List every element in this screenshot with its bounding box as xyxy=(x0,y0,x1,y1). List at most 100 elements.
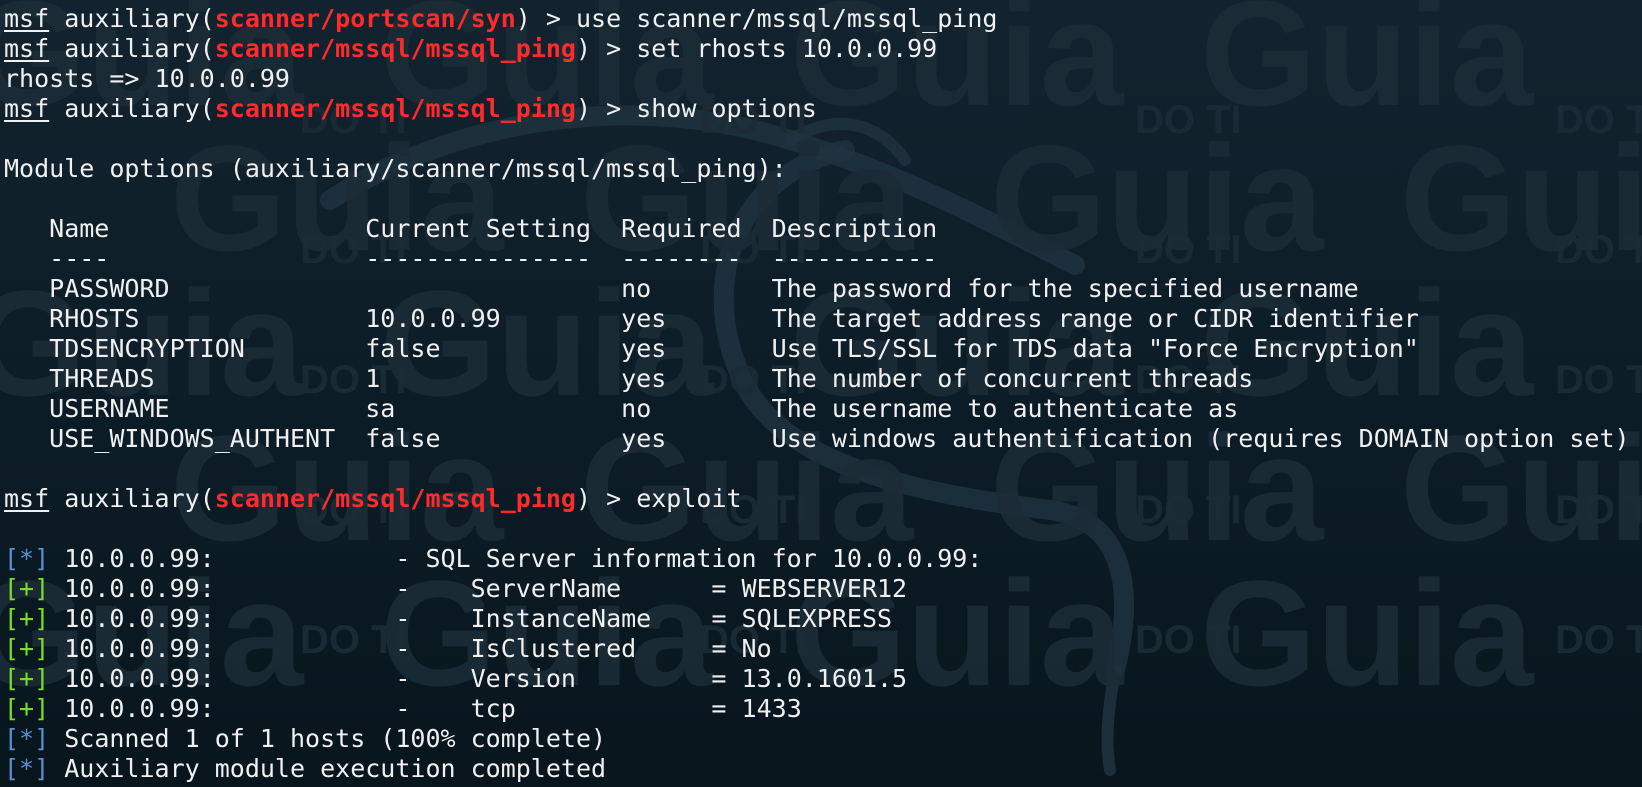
status-marker: [+] xyxy=(4,664,50,693)
msf-prompt: msf xyxy=(4,484,50,513)
command-output: rhosts => 10.0.0.99 xyxy=(4,64,1630,94)
option-required: no xyxy=(621,274,652,303)
terminal-output: msf auxiliary(scanner/portscan/syn) > us… xyxy=(4,4,1630,784)
result-line: [+] 10.0.0.99: - Version = 13.0.1601.5 xyxy=(4,664,1630,694)
summary-text: Scanned 1 of 1 hosts (100% complete) xyxy=(64,724,607,753)
active-module: scanner/portscan/syn xyxy=(214,4,516,33)
module-type: auxiliary xyxy=(64,484,200,513)
spacer: - xyxy=(214,544,426,573)
active-module: scanner/mssql/mssql_ping xyxy=(214,34,576,63)
prompt-line: msf auxiliary(scanner/portscan/syn) > us… xyxy=(4,4,1630,34)
terminal-window[interactable]: GuiaGuiaGuiaGuiaGuiaGuiaGuiaGuiaGuiaGuia… xyxy=(0,0,1642,787)
spacer: = xyxy=(515,694,742,723)
spacer: - xyxy=(214,664,426,693)
option-current-setting: 1 xyxy=(365,364,381,393)
options-row: USERNAME sa no The username to authentic… xyxy=(4,394,1630,424)
module-type: auxiliary xyxy=(64,94,200,123)
result-value: 1433 xyxy=(741,694,802,723)
status-marker: [+] xyxy=(4,574,50,603)
option-description: The username to authenticate as xyxy=(771,394,1239,423)
option-required: yes xyxy=(621,424,667,453)
paren-open: ( xyxy=(199,94,215,123)
option-description: Use windows authentification (requires D… xyxy=(771,424,1630,453)
result-line: [+] 10.0.0.99: - IsClustered = No xyxy=(4,634,1630,664)
active-module: scanner/mssql/mssql_ping xyxy=(214,484,576,513)
option-current-setting: sa xyxy=(365,394,396,423)
result-host: 10.0.0.99: xyxy=(64,574,215,603)
status-marker: [+] xyxy=(4,694,50,723)
result-line: [*] 10.0.0.99: - SQL Server information … xyxy=(4,544,1630,574)
option-description: The number of concurrent threads xyxy=(771,364,1254,393)
prompt-suffix: ) > xyxy=(575,34,637,63)
spacer: - xyxy=(214,574,426,603)
prompt-suffix: ) > xyxy=(515,4,576,33)
module-type: auxiliary xyxy=(64,4,200,33)
prompt-suffix: ) > xyxy=(575,484,637,513)
result-value: No xyxy=(741,634,772,663)
prompt-line: msf auxiliary(scanner/mssql/mssql_ping) … xyxy=(4,484,1630,514)
options-header-row: Name Current Setting Required Descriptio… xyxy=(4,214,1630,244)
spacer: = xyxy=(621,574,742,603)
result-host: 10.0.0.99: xyxy=(64,604,215,633)
option-description: Use TLS/SSL for TDS data "Force Encrypti… xyxy=(771,334,1419,363)
paren-open: ( xyxy=(199,34,215,63)
option-required: yes xyxy=(621,304,667,333)
command-text: set rhosts 10.0.0.99 xyxy=(636,34,938,63)
option-name: USE_WINDOWS_AUTHENT xyxy=(49,424,336,453)
option-description: The password for the specified username xyxy=(771,274,1359,303)
option-current-setting: 10.0.0.99 xyxy=(365,304,501,333)
module-type: auxiliary xyxy=(64,34,200,63)
summary-line: [*] Auxiliary module execution completed xyxy=(4,754,1630,784)
option-name: RHOSTS xyxy=(49,304,140,333)
msf-prompt: msf xyxy=(4,94,50,123)
option-required: yes xyxy=(621,364,667,393)
spacer: = xyxy=(651,604,742,633)
result-host: 10.0.0.99: xyxy=(64,694,215,723)
option-description: The target address range or CIDR identif… xyxy=(771,304,1419,333)
spacer: - xyxy=(214,634,426,663)
result-label: SQL Server information for 10.0.0.99: xyxy=(425,544,983,573)
options-row: THREADS 1 yes The number of concurrent t… xyxy=(4,364,1630,394)
status-marker: [+] xyxy=(4,634,50,663)
result-value: SQLEXPRESS xyxy=(741,604,893,633)
result-line: [+] 10.0.0.99: - ServerName = WEBSERVER1… xyxy=(4,574,1630,604)
summary-line: [*] Scanned 1 of 1 hosts (100% complete) xyxy=(4,724,1630,754)
status-marker: [+] xyxy=(4,604,50,633)
msf-prompt: msf xyxy=(4,34,50,63)
msf-prompt: msf xyxy=(4,4,50,33)
module-options-title-text: Module options (auxiliary/scanner/mssql/… xyxy=(4,154,787,183)
paren-open: ( xyxy=(199,484,215,513)
active-module: scanner/mssql/mssql_ping xyxy=(214,94,576,123)
command-text: exploit xyxy=(636,484,742,513)
option-required: no xyxy=(621,394,652,423)
